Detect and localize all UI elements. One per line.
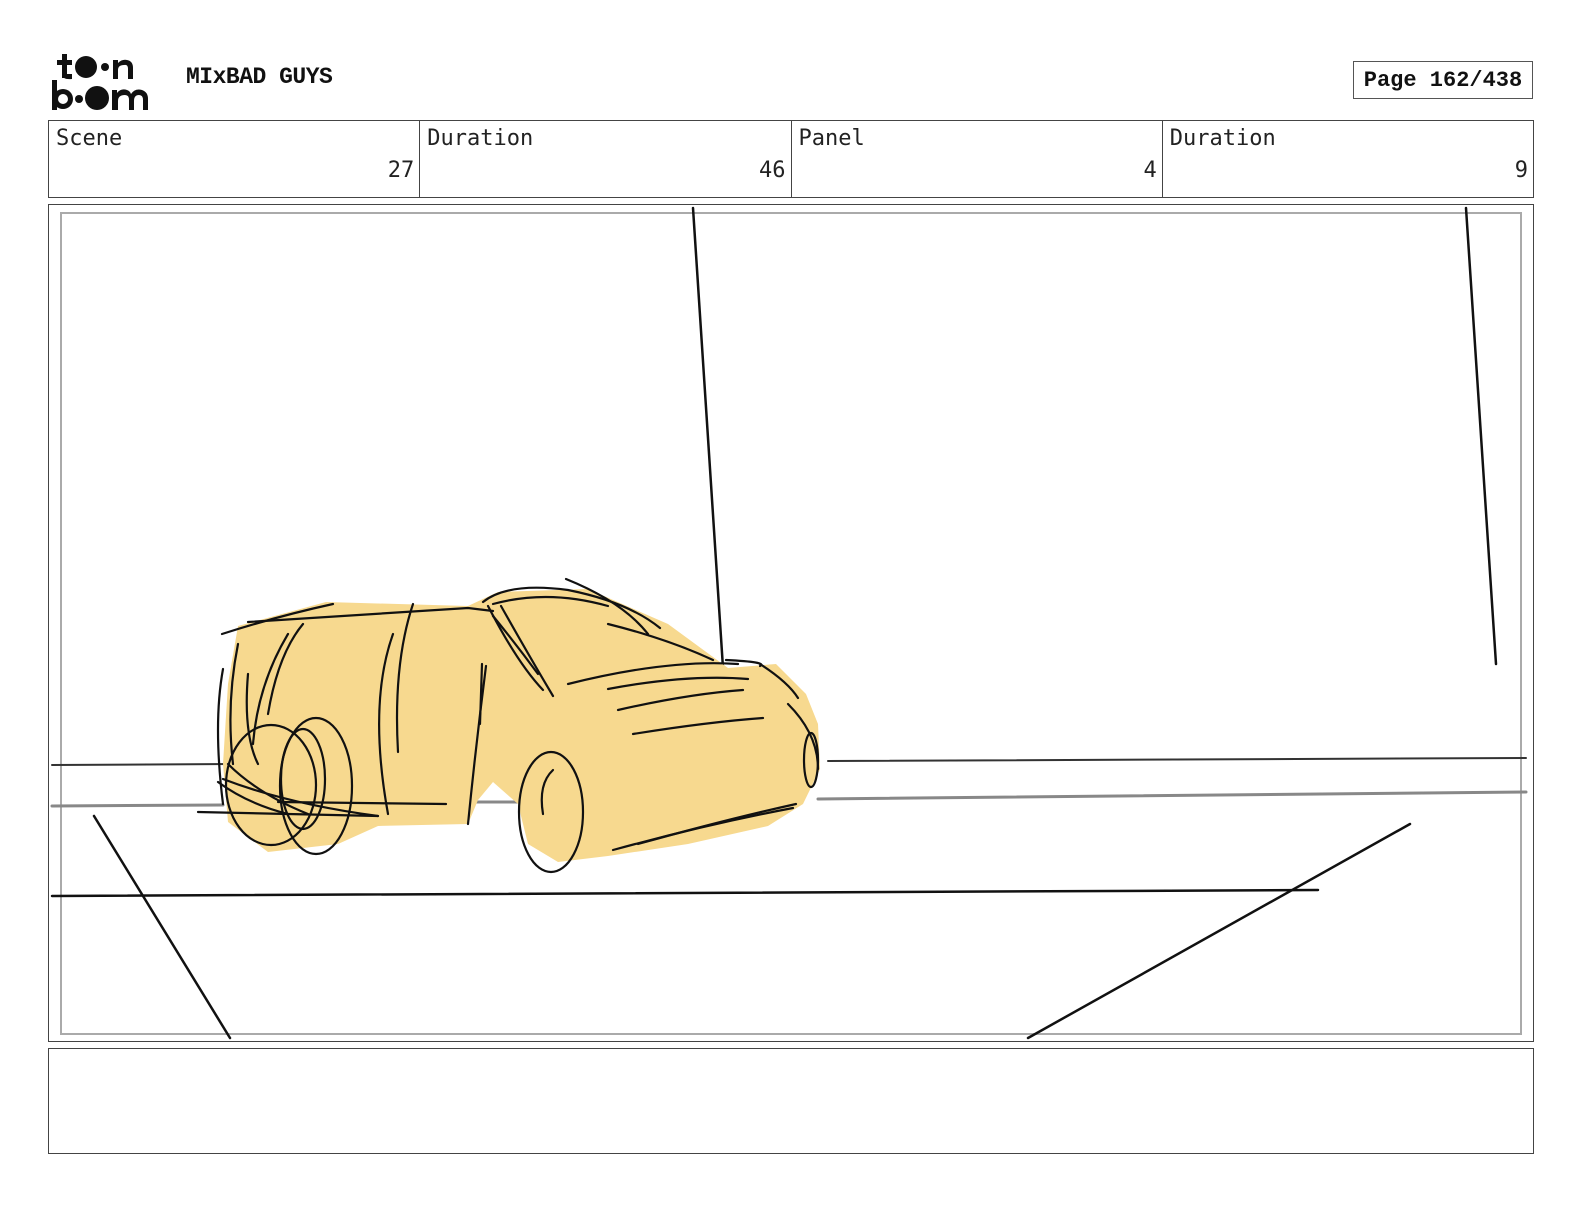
scene-duration-cell: Duration 46	[420, 121, 792, 197]
scene-duration-value: 46	[759, 158, 786, 183]
storyboard-info-row: Scene 27 Duration 46 Panel 4 Duration 9	[48, 120, 1534, 198]
car-sketch	[196, 577, 820, 874]
panel-notes-box	[48, 1048, 1534, 1154]
perspective-line-left	[92, 814, 232, 1040]
panel-drawing	[50, 206, 1528, 1040]
toon-boom-logo	[52, 54, 148, 110]
panel-value: 4	[1143, 158, 1157, 183]
scene-value: 27	[387, 158, 415, 183]
panel-duration-value: 9	[1514, 158, 1528, 183]
curb-line-bottom	[50, 803, 225, 808]
pole-left	[691, 206, 725, 670]
curb-line-top	[51, 763, 234, 766]
panel-label: Panel	[798, 126, 865, 151]
page-number: Page 162/438	[1353, 61, 1533, 99]
panel-duration-label: Duration	[1169, 126, 1276, 151]
scene-duration-label: Duration	[427, 126, 534, 151]
panel-duration-cell: Duration 9	[1163, 121, 1533, 197]
panel-cell: Panel 4	[792, 121, 1163, 197]
road-horizon-line	[50, 888, 1320, 898]
pole-right	[1464, 206, 1498, 666]
curb-line-bottom-right	[816, 790, 1528, 801]
scene-cell: Scene 27	[49, 121, 421, 197]
curb-line-top-right	[827, 757, 1527, 762]
project-title: MIxBAD GUYS	[186, 64, 333, 90]
scene-label: Scene	[56, 126, 123, 151]
perspective-line-right	[1026, 822, 1412, 1040]
